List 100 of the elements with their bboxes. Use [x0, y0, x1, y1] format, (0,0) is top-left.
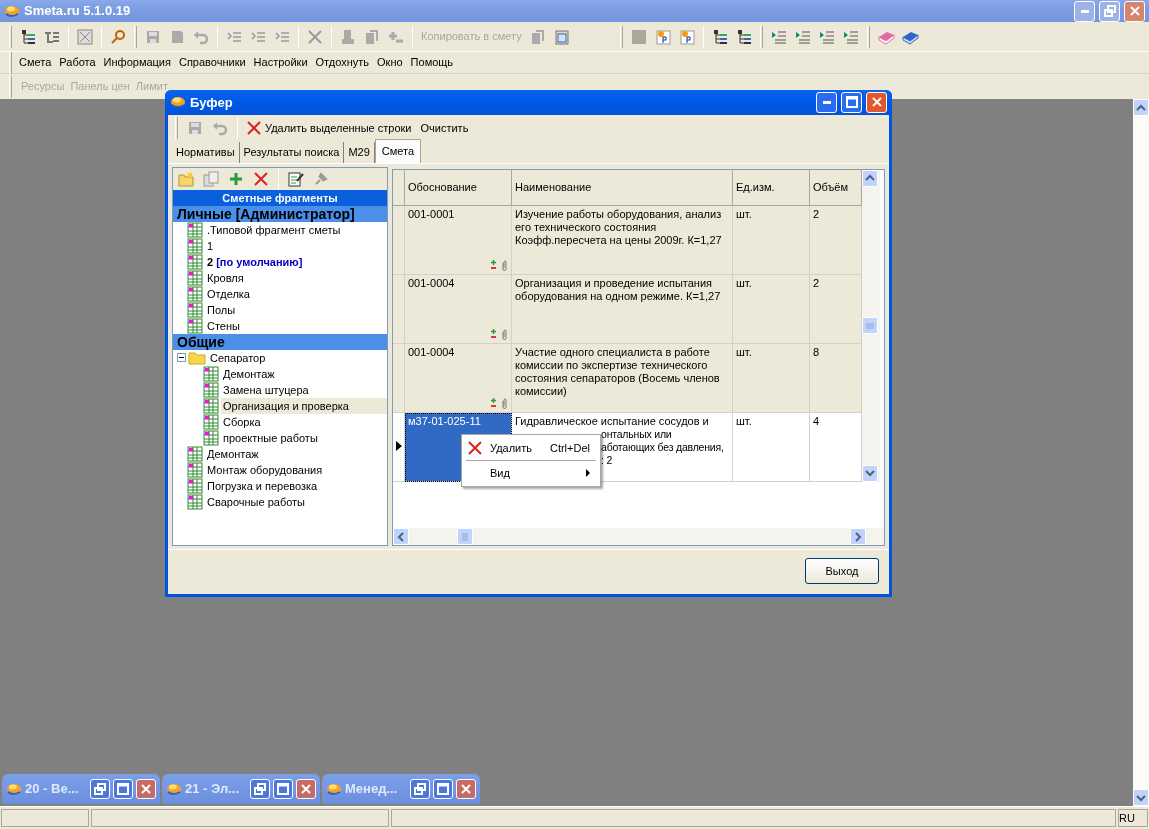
- panel-header: Сметные фрагменты: [173, 189, 387, 206]
- tree-item[interactable]: Сепаратор: [208, 349, 268, 367]
- restore-button[interactable]: [250, 779, 270, 799]
- exit-button[interactable]: Выход: [805, 558, 879, 585]
- column-header[interactable]: Наименование: [512, 169, 733, 206]
- restore-icon: [1101, 3, 1118, 19]
- maximize-button[interactable]: [113, 779, 133, 799]
- menu-item[interactable]: Отдохнуть: [311, 54, 374, 71]
- tab[interactable]: Смета: [374, 139, 422, 163]
- clear-button[interactable]: Очистить: [417, 119, 472, 138]
- tree-item[interactable]: Кровля: [205, 269, 246, 287]
- app-logo-icon: [170, 95, 186, 110]
- tree-item[interactable]: Отделка: [205, 285, 252, 303]
- scroll-up-button[interactable]: [862, 169, 878, 187]
- tree-item[interactable]: Демонтаж: [221, 365, 277, 383]
- tree-item[interactable]: Сварочные работы: [205, 493, 308, 511]
- restore-icon: [92, 781, 108, 797]
- scroll-up-button[interactable]: [1133, 99, 1149, 116]
- tree-item[interactable]: 1: [205, 237, 216, 255]
- tree-item[interactable]: 2 [по умолчанию]: [205, 253, 305, 271]
- maximize-button[interactable]: [433, 779, 453, 799]
- scroll-thumb[interactable]: [457, 528, 473, 546]
- table-cell: шт.: [733, 412, 810, 482]
- menu-item[interactable]: Смета: [15, 54, 56, 71]
- scroll-down-button[interactable]: [1133, 789, 1149, 806]
- scroll-left-button[interactable]: [393, 528, 409, 546]
- maximize-button[interactable]: [841, 91, 862, 113]
- paperclip-icon: [501, 397, 507, 409]
- window-title: 20 - Ве...: [25, 780, 79, 799]
- window-title: Буфер: [190, 93, 233, 112]
- name-text: аботающих без давления,: [601, 440, 724, 454]
- tree-item[interactable]: Сборка: [221, 413, 263, 431]
- scroll-down-button[interactable]: [862, 464, 878, 482]
- close-button[interactable]: [296, 779, 316, 799]
- table-cell: шт.: [733, 343, 810, 413]
- menu-item[interactable]: Настройки: [249, 54, 312, 71]
- submenu-arrow-icon: [586, 468, 590, 477]
- name-text: Организация и проведение испытания оборудования на одном режиме. К=1,27: [515, 276, 722, 303]
- restore-icon: [252, 781, 268, 797]
- column-header[interactable]: Объём: [810, 169, 862, 206]
- scrollbar[interactable]: [1133, 99, 1149, 806]
- code-text: 001-0001: [408, 207, 455, 220]
- grid-icon: [187, 493, 203, 510]
- tree-item[interactable]: Замена штуцера: [221, 381, 311, 399]
- tree-item[interactable]: Стены: [205, 317, 242, 335]
- grid-icon: [203, 381, 219, 398]
- tree-item[interactable]: Полы: [205, 301, 238, 319]
- tree-view[interactable]: [173, 205, 387, 546]
- close-button[interactable]: [136, 779, 156, 799]
- menu-item[interactable]: Информация: [99, 54, 175, 71]
- menu-item[interactable]: Вид: [464, 461, 598, 484]
- minimize-button[interactable]: [1074, 0, 1095, 22]
- column-header[interactable]: Ед.изм.: [733, 169, 810, 206]
- close-button[interactable]: [1124, 0, 1145, 22]
- tree-item[interactable]: Монтаж оборудования: [205, 461, 325, 479]
- menu-item[interactable]: Удалить Ctrl+Del: [464, 436, 598, 459]
- tab[interactable]: Нормативы: [172, 142, 240, 163]
- name-text: онтальных или: [601, 427, 672, 441]
- table-cell: 8: [810, 343, 862, 413]
- restore-button[interactable]: [410, 779, 430, 799]
- menu-item[interactable]: Работа: [55, 54, 100, 71]
- close-button[interactable]: [456, 779, 476, 799]
- scrollbar[interactable]: [862, 169, 880, 482]
- grid-icon: [203, 365, 219, 382]
- caret-up-icon: [865, 174, 875, 183]
- plus-minus-icon: [490, 397, 497, 409]
- tree-item[interactable]: Погрузка и перевозка: [205, 477, 320, 495]
- menu-item[interactable]: Окно: [373, 54, 407, 71]
- scroll-right-button[interactable]: [850, 528, 866, 546]
- scroll-thumb[interactable]: [862, 317, 878, 335]
- tree-item[interactable]: Организация и проверка: [221, 397, 387, 415]
- menu-item[interactable]: Справочники: [174, 54, 250, 71]
- horizontal-scrollbar[interactable]: [393, 528, 884, 546]
- minimize-button[interactable]: [816, 91, 837, 113]
- grid-icon: [187, 301, 203, 318]
- menu-item[interactable]: Помощь: [406, 54, 458, 71]
- grid-icon: [187, 317, 203, 334]
- caret-left-icon: [397, 531, 405, 542]
- tab[interactable]: Результаты поиска: [239, 142, 345, 163]
- restore-button[interactable]: [1099, 0, 1120, 22]
- delete-rows-button[interactable]: Удалить выделенные строки: [244, 119, 415, 138]
- maximize-button[interactable]: [273, 779, 293, 799]
- tree-item[interactable]: .Типовой фрагмент сметы: [205, 221, 343, 239]
- tree-item[interactable]: Демонтаж: [205, 445, 261, 463]
- restore-icon: [412, 781, 428, 797]
- code-text: 001-0004: [408, 276, 455, 289]
- paperclip-icon: [501, 259, 507, 271]
- tree-item[interactable]: проектные работы: [221, 429, 320, 447]
- app-logo-icon: [326, 782, 342, 796]
- table-cell: шт.: [733, 205, 810, 275]
- row-header[interactable]: [393, 412, 405, 482]
- restore-button[interactable]: [90, 779, 110, 799]
- window-title: 21 - Эл...: [185, 780, 240, 799]
- name-text: : 2: [601, 453, 613, 467]
- plus-minus-icon: [490, 259, 497, 271]
- column-header[interactable]: Обоснование: [405, 169, 512, 206]
- table-cell: 2: [810, 205, 862, 275]
- close-button[interactable]: [866, 91, 887, 113]
- tab[interactable]: М29: [344, 142, 375, 163]
- expander-icon[interactable]: [177, 353, 186, 363]
